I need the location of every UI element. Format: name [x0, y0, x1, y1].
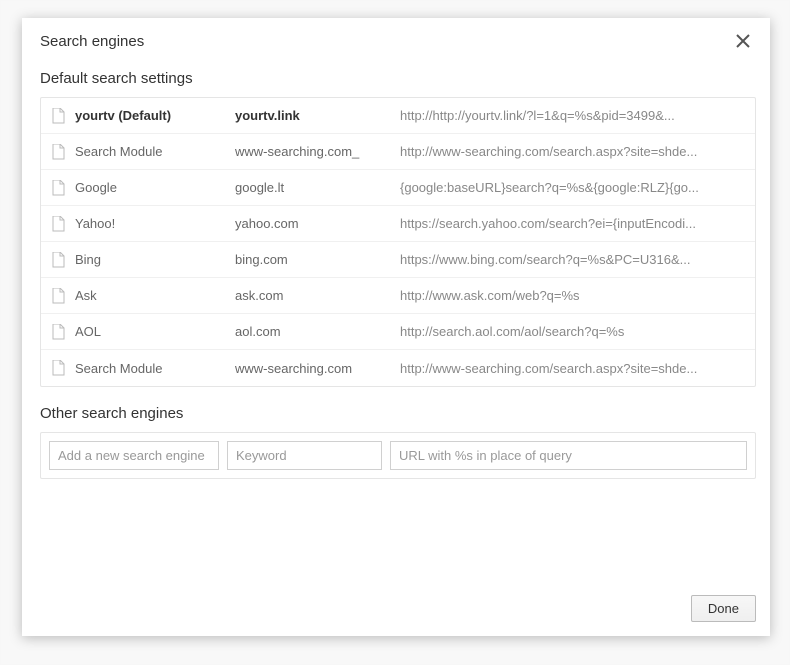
engine-keyword: yahoo.com: [235, 216, 400, 231]
engine-row[interactable]: Search Modulewww-searching.comhttp://www…: [41, 350, 755, 386]
other-engines-input-row: [40, 432, 756, 479]
engine-keyword: www-searching.com_: [235, 144, 400, 159]
engine-name: yourtv (Default): [75, 108, 235, 123]
file-icon: [51, 360, 65, 376]
engine-row[interactable]: Bingbing.comhttps://www.bing.com/search?…: [41, 242, 755, 278]
default-engine-list: yourtv (Default)yourtv.linkhttp://http:/…: [40, 97, 756, 387]
engine-name: Search Module: [75, 361, 235, 376]
dialog-title: Search engines: [40, 33, 144, 50]
engine-name: Search Module: [75, 144, 235, 159]
engine-keyword: aol.com: [235, 324, 400, 339]
engine-url: https://search.yahoo.com/search?ei={inpu…: [400, 216, 745, 231]
engine-name: AOL: [75, 324, 235, 339]
done-button[interactable]: Done: [691, 595, 756, 622]
new-engine-url-input[interactable]: [390, 441, 747, 470]
engine-name: Bing: [75, 252, 235, 267]
other-section-title: Other search engines: [40, 405, 762, 422]
dialog-body[interactable]: Default search settings yourtv (Default)…: [22, 60, 770, 585]
file-icon: [51, 252, 65, 268]
engine-keyword: ask.com: [235, 288, 400, 303]
engine-url: http://www-searching.com/search.aspx?sit…: [400, 361, 745, 376]
engine-row[interactable]: AOLaol.comhttp://search.aol.com/aol/sear…: [41, 314, 755, 350]
new-engine-keyword-input[interactable]: [227, 441, 382, 470]
engine-name: Ask: [75, 288, 235, 303]
new-engine-name-input[interactable]: [49, 441, 219, 470]
engine-name: Google: [75, 180, 235, 195]
dialog-header: Search engines: [22, 18, 770, 60]
engine-url: http://www-searching.com/search.aspx?sit…: [400, 144, 745, 159]
file-icon: [51, 324, 65, 340]
engine-url: http://search.aol.com/aol/search?q=%s: [400, 324, 745, 339]
engine-keyword: google.lt: [235, 180, 400, 195]
engine-row[interactable]: Googlegoogle.lt{google:baseURL}search?q=…: [41, 170, 755, 206]
engine-url: https://www.bing.com/search?q=%s&PC=U316…: [400, 252, 745, 267]
engine-keyword: yourtv.link: [235, 108, 400, 123]
file-icon: [51, 216, 65, 232]
engine-name: Yahoo!: [75, 216, 235, 231]
engine-row[interactable]: Askask.comhttp://www.ask.com/web?q=%s: [41, 278, 755, 314]
close-button[interactable]: [734, 32, 752, 50]
default-section-title: Default search settings: [40, 70, 762, 87]
search-engines-dialog: Search engines Default search settings y…: [22, 18, 770, 636]
engine-url: {google:baseURL}search?q=%s&{google:RLZ}…: [400, 180, 745, 195]
engine-row[interactable]: Search Modulewww-searching.com_http://ww…: [41, 134, 755, 170]
engine-keyword: www-searching.com: [235, 361, 400, 376]
file-icon: [51, 144, 65, 160]
file-icon: [51, 288, 65, 304]
engine-row[interactable]: Yahoo!yahoo.comhttps://search.yahoo.com/…: [41, 206, 755, 242]
engine-url: http://http://yourtv.link/?l=1&q=%s&pid=…: [400, 108, 745, 123]
file-icon: [51, 180, 65, 196]
file-icon: [51, 108, 65, 124]
engine-url: http://www.ask.com/web?q=%s: [400, 288, 745, 303]
engine-keyword: bing.com: [235, 252, 400, 267]
close-icon: [736, 34, 750, 48]
dialog-footer: Done: [22, 585, 770, 636]
engine-row[interactable]: yourtv (Default)yourtv.linkhttp://http:/…: [41, 98, 755, 134]
